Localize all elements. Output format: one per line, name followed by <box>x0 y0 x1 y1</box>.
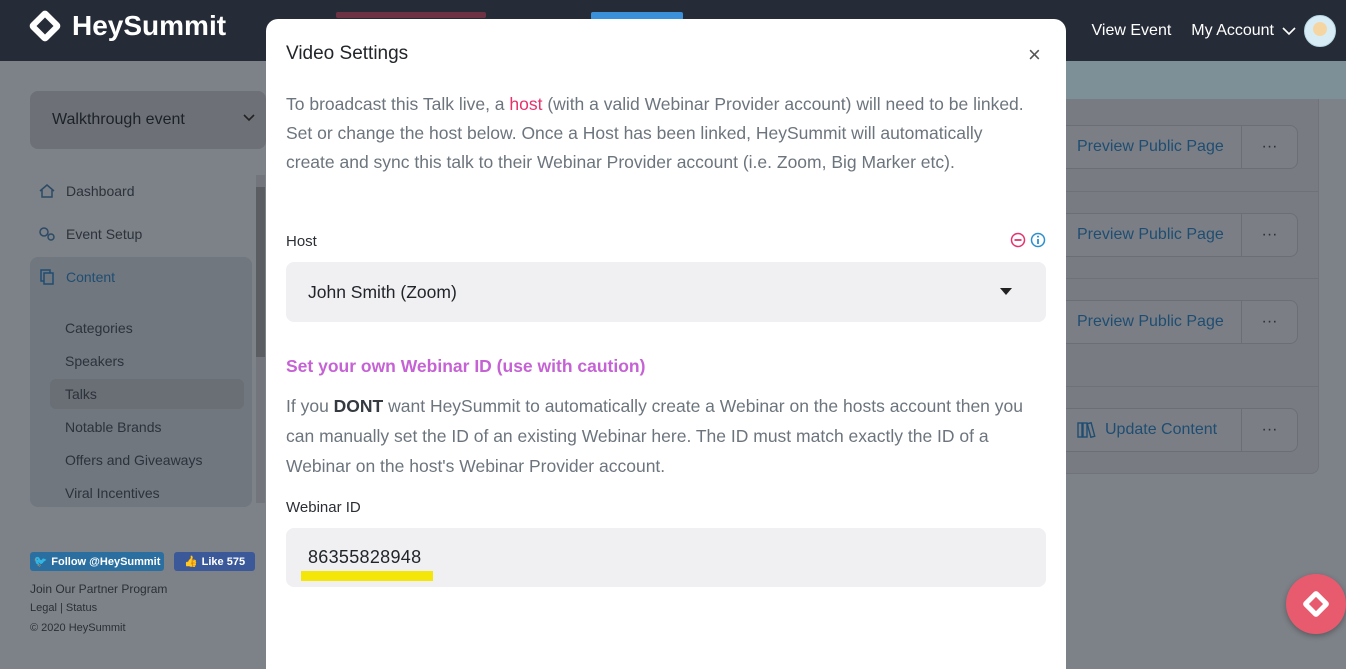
avatar[interactable] <box>1304 14 1336 47</box>
chevron-down-icon <box>243 114 255 122</box>
webinar-id-description: If you DONT want HeySummit to automatica… <box>286 391 1046 481</box>
desc-emphasis: DONT <box>333 396 384 416</box>
preview-public-page-button[interactable]: Preview Public Page <box>1066 213 1242 257</box>
legal-link[interactable]: Legal <box>30 602 57 614</box>
sidebar: Walkthrough event Dashboard Event Setup … <box>0 61 266 649</box>
facebook-like-button[interactable]: 👍 Like 575 <box>174 552 255 571</box>
copy-icon <box>40 269 54 285</box>
sidebar-subitem-categories[interactable]: Categories <box>65 320 133 336</box>
home-icon <box>39 184 55 198</box>
sidebar-subitem-viral-incentives[interactable]: Viral Incentives <box>65 485 160 501</box>
sidebar-subitem-speakers[interactable]: Speakers <box>65 353 124 369</box>
heysummit-logo-icon <box>1303 591 1329 617</box>
host-label: Host <box>286 233 317 250</box>
close-icon[interactable]: × <box>1028 44 1041 66</box>
webinar-id-label: Webinar ID <box>286 499 361 516</box>
gears-icon <box>39 227 55 241</box>
thumbs-up-icon: 👍 <box>183 556 198 568</box>
preview-public-page-button[interactable]: Preview Public Page <box>1066 300 1242 344</box>
host-select-value: John Smith (Zoom) <box>308 281 457 302</box>
table-row: Preview Public Page ··· <box>1066 99 1318 192</box>
preview-public-page-button[interactable]: Preview Public Page <box>1066 125 1242 169</box>
host-link[interactable]: host <box>509 94 542 114</box>
sidebar-item-label: Content <box>66 269 116 285</box>
chevron-down-icon <box>1282 26 1296 35</box>
modal-title: Video Settings <box>286 43 409 64</box>
host-select[interactable]: John Smith (Zoom) <box>286 262 1046 322</box>
twitter-label: Follow @HeySummit <box>51 555 161 568</box>
desc-text-end: want HeySummit to automatically create a… <box>286 396 1023 476</box>
facebook-label: Like 575 <box>201 555 246 568</box>
view-event-link[interactable]: View Event <box>1092 22 1172 40</box>
my-account-label: My Account <box>1191 21 1274 39</box>
heysummit-logo-icon <box>29 10 61 42</box>
twitter-follow-button[interactable]: 🐦 Follow @HeySummit <box>30 552 164 571</box>
sidebar-item-event-setup[interactable]: Event Setup <box>38 225 142 243</box>
sidebar-subitem-talks[interactable]: Talks <box>65 386 97 402</box>
yellow-highlight-mark <box>301 571 433 581</box>
footer-links: Legal | Status <box>30 602 97 614</box>
caret-down-icon <box>1000 288 1012 295</box>
scrollbar-thumb[interactable] <box>256 187 265 357</box>
books-icon <box>1077 421 1096 439</box>
sidebar-item-dashboard[interactable]: Dashboard <box>38 182 135 200</box>
modal-intro-text: To broadcast this Talk live, a host (wit… <box>286 90 1026 177</box>
status-link[interactable]: Status <box>66 602 97 614</box>
info-icon[interactable] <box>1030 232 1046 248</box>
remove-icon[interactable] <box>1010 232 1026 248</box>
event-select-label: Walkthrough event <box>52 111 185 128</box>
sidebar-subitem-offers[interactable]: Offers and Giveaways <box>65 452 202 468</box>
info-banner <box>1066 61 1346 99</box>
sidebar-item-label: Event Setup <box>66 226 143 242</box>
heysummit-chat-button[interactable] <box>1286 574 1346 634</box>
more-options-button[interactable]: ··· <box>1242 300 1298 344</box>
event-select[interactable]: Walkthrough event <box>30 91 266 149</box>
more-options-button[interactable]: ··· <box>1242 125 1298 169</box>
table-row: Preview Public Page ··· <box>1066 278 1318 387</box>
talks-actions-panel: Preview Public Page ··· Preview Public P… <box>1066 99 1319 474</box>
partner-program-link[interactable]: Join Our Partner Program <box>30 582 167 596</box>
table-row: Update Content ··· <box>1066 386 1318 473</box>
button-label: Preview Public Page <box>1077 226 1224 243</box>
sidebar-item-content[interactable]: Content <box>38 268 115 286</box>
intro-text-start: To broadcast this Talk live, a <box>286 94 510 114</box>
copyright: © 2020 HeySummit <box>30 622 126 634</box>
host-actions <box>1010 232 1046 248</box>
sidebar-scrollbar[interactable] <box>256 175 265 503</box>
button-label: Update Content <box>1105 421 1218 438</box>
logo-text: HeySummit <box>72 10 227 41</box>
twitter-icon: 🐦 <box>33 556 48 568</box>
more-options-button[interactable]: ··· <box>1242 408 1298 452</box>
more-options-button[interactable]: ··· <box>1242 213 1298 257</box>
update-content-button[interactable]: Update Content <box>1066 408 1242 452</box>
webinar-id-value: 86355828948 <box>308 547 422 567</box>
table-row: Preview Public Page ··· <box>1066 191 1318 279</box>
desc-text-start: If you <box>286 396 334 416</box>
own-webinar-id-link[interactable]: Set your own Webinar ID (use with cautio… <box>286 356 645 377</box>
sidebar-subitem-notable-brands[interactable]: Notable Brands <box>65 419 162 435</box>
button-label: Preview Public Page <box>1077 313 1224 330</box>
sidebar-item-label: Dashboard <box>66 183 135 199</box>
my-account-menu[interactable]: My Account <box>1191 14 1336 47</box>
heysummit-logo[interactable]: HeySummit <box>29 10 227 42</box>
button-label: Preview Public Page <box>1077 138 1224 155</box>
video-settings-modal: Video Settings × To broadcast this Talk … <box>266 19 1066 669</box>
